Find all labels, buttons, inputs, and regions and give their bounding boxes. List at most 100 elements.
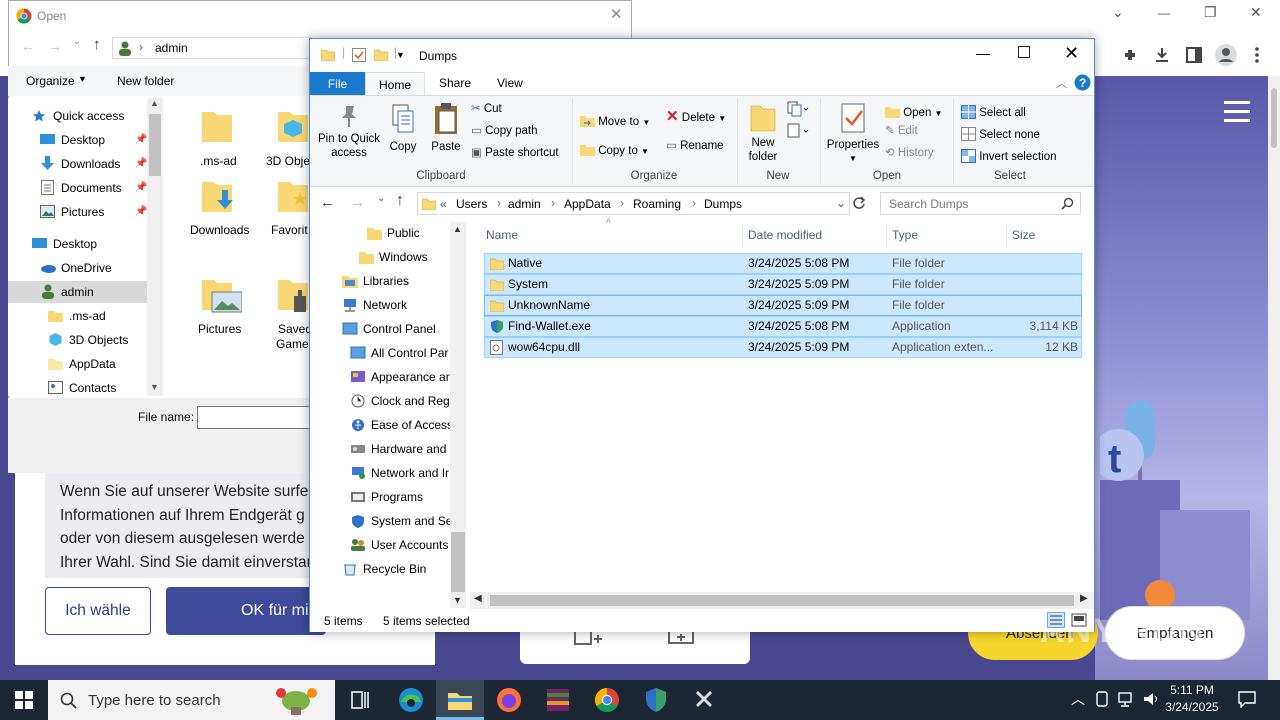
column-name[interactable]: Name [480,224,742,248]
scroll-up-icon[interactable]: ▲ [150,98,159,108]
taskbar-search-box[interactable]: Type here to search [48,680,335,720]
column-size[interactable]: Size [1006,224,1084,248]
open-dialog-address-bar[interactable]: › admin [112,37,312,59]
show-hidden-icons-icon[interactable]: ︿ [1071,689,1085,709]
details-view-icon[interactable] [1047,612,1065,628]
menu-dots-icon[interactable] [1252,46,1262,64]
hamburger-menu-icon[interactable] [1224,101,1250,123]
favorites-folder-icon[interactable] [278,178,308,216]
refresh-icon[interactable] [852,196,866,210]
breadcrumb-item[interactable]: Users [456,197,487,211]
tools-icon[interactable] [683,684,727,716]
address-dropdown-icon[interactable]: ⌄ [836,196,846,210]
explorer-taskbar-active[interactable] [436,680,484,720]
delete-button[interactable]: ✕ Delete ▼ [666,109,726,126]
tree-item-windows[interactable]: Windows [358,245,450,269]
quick-access-dropdown-icon[interactable]: ▼ [396,50,405,60]
paste-button[interactable]: Paste [428,102,464,154]
back-arrow-icon[interactable]: ← [320,194,335,211]
maximize-icon[interactable] [1018,46,1030,58]
forward-arrow-icon[interactable]: → [48,38,62,54]
up-arrow-icon[interactable]: ↑ [93,36,101,53]
cube-folder-icon[interactable] [278,108,308,142]
accept-button[interactable]: OK für mi [166,587,326,635]
file-name-input[interactable] [197,406,312,429]
select-all-button[interactable]: Select all [961,102,1026,120]
tree-item-contacts[interactable]: Contacts [48,377,116,399]
easy-access-icon[interactable] [787,123,809,139]
file-list-hscrollbar[interactable]: ◀ ▶ [470,592,1094,609]
tree-item-3d-objects[interactable]: 3D Objects [48,329,128,351]
restore-icon[interactable]: ❐ [1204,4,1217,21]
scroll-right-icon[interactable]: ▶ [1080,593,1088,604]
upload-text-icon[interactable] [668,630,694,644]
properties-button[interactable]: Properties ▼ [826,102,880,166]
breadcrumb-item[interactable]: Dumps [704,197,742,211]
page-scrollbar[interactable] [1268,76,1280,680]
upload-file-icon[interactable] [574,630,604,646]
folder-icon[interactable] [202,108,232,142]
shield-app-icon[interactable] [634,684,678,716]
pin-quick-access-button[interactable]: Pin to Quick access [318,104,380,160]
invert-selection-button[interactable]: Invert selection [961,146,1057,164]
page-scroll-thumb[interactable] [1271,88,1277,148]
tree-item-appearance[interactable]: Appearance an [350,365,450,389]
rename-button[interactable]: ▭ Rename [666,139,724,153]
file-row[interactable]: UnknownName 3/24/2025 5:09 PM File folde… [484,295,1082,316]
tree-item-hardware[interactable]: Hardware and [350,437,450,461]
file-row[interactable]: wow64cpu.dll 3/24/2025 5:09 PM Applicati… [484,337,1082,358]
organize-button[interactable]: Organize [26,74,75,88]
move-to-button[interactable]: Move to ▼ [580,110,650,130]
file-row[interactable]: Find-Wallet.exe 3/24/2025 5:08 PM Applic… [484,316,1082,337]
select-none-button[interactable]: Select none [961,124,1040,142]
tree-item-network-internet[interactable]: Network and Ir [350,461,450,485]
profile-avatar-icon[interactable] [1214,43,1238,67]
cut-button[interactable]: ✂ Cut [471,102,502,116]
tree-item-recycle-bin[interactable]: Recycle Bin [342,557,450,581]
collapse-ribbon-icon[interactable]: ︿ [1056,75,1067,91]
tab-view[interactable]: View [497,76,523,90]
tree-item-pictures[interactable]: Pictures 📌 [40,201,147,223]
edit-button[interactable]: ✎ Edit [885,124,918,138]
windows-start-icon[interactable] [15,691,33,709]
scroll-down-icon[interactable]: ▼ [453,595,462,605]
tree-item-desktop[interactable]: Desktop 📌 [40,129,147,151]
task-view-icon[interactable] [338,684,382,716]
tree-item-quick-access[interactable]: Quick access [32,105,124,127]
new-folder-button[interactable]: New folder [117,74,174,88]
recent-chevron-icon[interactable]: ⌄ [377,193,385,204]
tree-item-admin[interactable]: admin [8,281,147,303]
firefox-icon[interactable] [487,684,531,716]
copy-to-button[interactable]: Copy to ▼ [580,139,649,159]
choose-button[interactable]: Ich wähle [45,587,151,635]
hscroll-thumb[interactable] [490,595,1074,606]
download-icon[interactable] [1153,46,1171,64]
side-panel-icon[interactable] [1186,47,1202,63]
breadcrumb-overflow[interactable]: « [440,197,447,211]
tree-item-onedrive[interactable]: OneDrive [40,257,112,279]
tab-file[interactable]: File [310,72,365,96]
taskbar-clock[interactable]: 5:11 PM 3/24/2025 [1158,682,1226,718]
open-dialog-close-icon[interactable]: ✕ [610,5,623,23]
column-date[interactable]: Date modified [742,224,886,248]
search-icon[interactable] [1061,197,1074,210]
tree-item-libraries[interactable]: Libraries [342,269,450,293]
explorer-tree-scrollbar[interactable]: ▲ ▼ [450,222,466,608]
up-arrow-icon[interactable]: ↑ [396,192,404,210]
close-icon[interactable]: ✕ [1250,4,1262,21]
tree-item-system-security[interactable]: System and Sec [350,509,450,533]
tree-item-documents[interactable]: Documents 📌 [40,177,147,199]
minimize-icon[interactable]: — [976,45,990,61]
column-type[interactable]: Type [886,224,1006,248]
scroll-up-icon[interactable]: ▲ [453,224,462,234]
explorer-address-bar[interactable]: « Users › admin › AppData › Roaming › Du… [417,192,850,215]
tree-item-downloads[interactable]: Downloads 📌 [40,153,147,175]
tree-item-network[interactable]: Network [342,293,450,317]
file-row[interactable]: System 3/24/2025 5:09 PM File folder [484,274,1082,295]
breadcrumb-item[interactable]: AppData [564,197,611,211]
minimize-icon[interactable]: — [1158,6,1170,20]
new-folder-quick-icon[interactable] [374,48,388,61]
tree-item-user-accounts[interactable]: User Accounts [350,533,450,557]
tree-item-desktop-root[interactable]: Desktop [32,233,97,255]
open-button[interactable]: Open ▼ [885,102,942,121]
